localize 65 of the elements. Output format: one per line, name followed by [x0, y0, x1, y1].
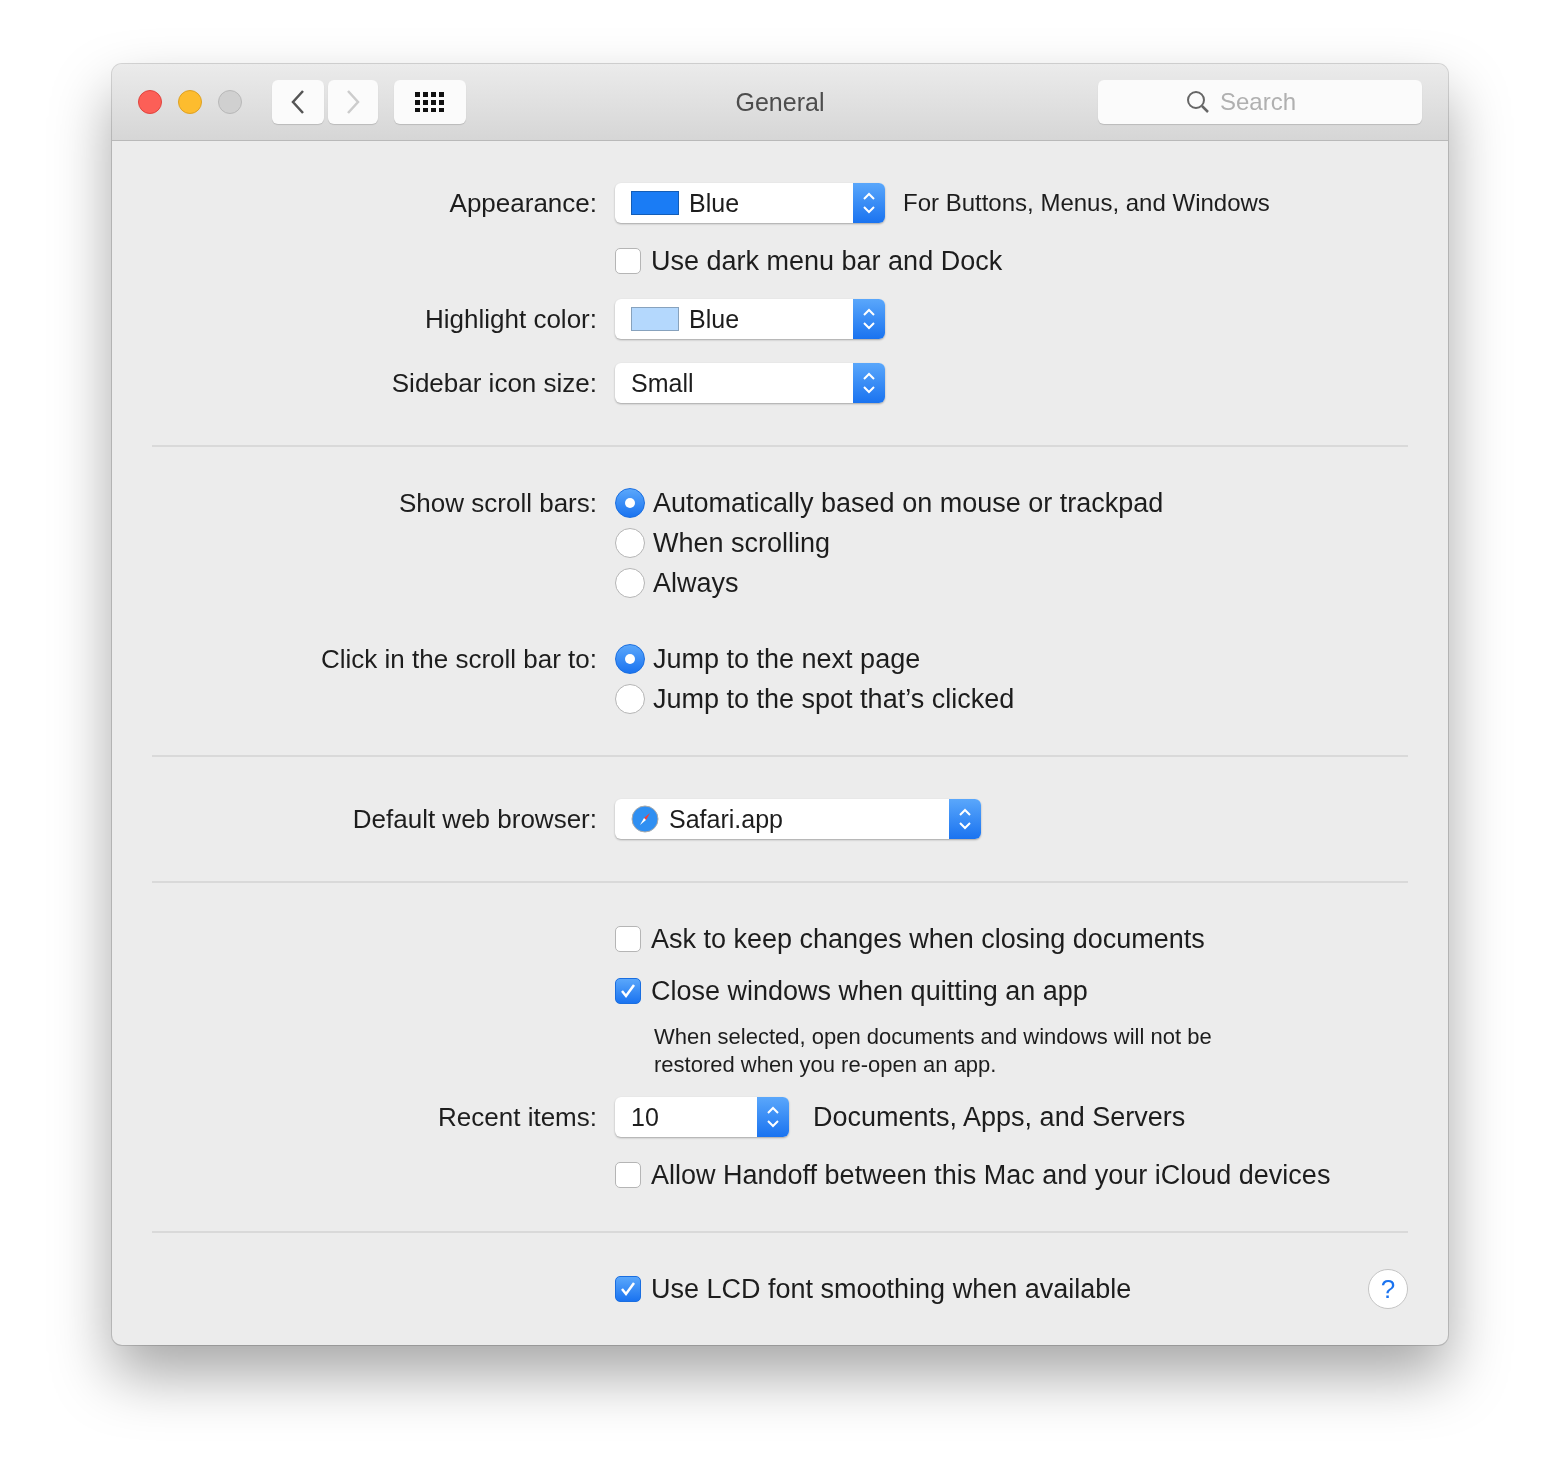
radio-button[interactable] [615, 488, 645, 518]
checkbox-label: Ask to keep changes when closing documents [651, 923, 1205, 955]
popup-button[interactable]: 10 [615, 1097, 789, 1137]
checkbox-label: Use LCD font smoothing when available [651, 1273, 1132, 1305]
popup-caption: Documents, Apps, and Servers [813, 1101, 1186, 1133]
field-label: Click in the scroll bar to: [320, 643, 598, 676]
search-field[interactable]: Search [1098, 80, 1422, 124]
chevron-right-icon [346, 89, 360, 115]
radio-button[interactable] [615, 684, 645, 714]
field-label: Recent items: [437, 1101, 598, 1133]
radio-option[interactable]: Always [615, 563, 1164, 603]
popup-button[interactable]: Blue [615, 299, 885, 339]
show-all-button[interactable] [394, 80, 466, 124]
checkbox-box[interactable] [615, 978, 641, 1004]
window-title: General [735, 87, 825, 116]
checkbox-box[interactable] [615, 248, 641, 274]
radio-button[interactable] [615, 528, 645, 558]
stepper-arrows-icon [862, 370, 876, 396]
stepper-arrows-icon [766, 1104, 780, 1130]
stepper-arrows-icon [862, 190, 876, 216]
radio-option[interactable]: When scrolling [615, 523, 1164, 563]
field-label: Default web browser: [351, 803, 598, 835]
checkbox-label: Allow Handoff between this Mac and your iCloud devices [651, 1159, 1331, 1191]
radio-label: Automatically based on mouse or trackpad [653, 487, 1164, 519]
field-label: Show scroll bars: [398, 487, 598, 520]
radio-label: When scrolling [653, 527, 831, 559]
radio-label: Jump to the next page [653, 643, 921, 675]
radio-option[interactable]: Automatically based on mouse or trackpad [615, 483, 1164, 523]
popup-button[interactable]: Blue [615, 183, 885, 223]
close-button[interactable] [138, 90, 162, 114]
checkbox[interactable]: Use LCD font smoothing when available [615, 1269, 1132, 1309]
zoom-button[interactable] [218, 90, 242, 114]
checkbox[interactable]: Allow Handoff between this Mac and your iCloud devices [615, 1155, 1331, 1195]
checkbox-label: Use dark menu bar and Dock [651, 245, 1003, 277]
radio-button[interactable] [615, 568, 645, 598]
help-button[interactable]: ? [1368, 1269, 1408, 1309]
checkbox[interactable]: Use dark menu bar and Dock [615, 241, 1003, 281]
popup-caption: For Buttons, Menus, and Windows [903, 189, 1270, 217]
popup-button[interactable]: Safari.app [615, 799, 981, 839]
radio-label: Always [653, 567, 739, 599]
checkbox-box[interactable] [615, 926, 641, 952]
field-label: Highlight color: [424, 303, 598, 335]
popup-button[interactable]: Small [615, 363, 885, 403]
field-label: Appearance: [448, 187, 598, 219]
checkbox[interactable]: Ask to keep changes when closing documents [615, 919, 1205, 959]
minimize-button[interactable] [178, 90, 202, 114]
field-label: Sidebar icon size: [390, 367, 598, 399]
checkmark-icon [619, 982, 637, 1000]
back-button[interactable] [272, 80, 324, 124]
checkbox-box[interactable] [615, 1276, 641, 1302]
checkbox-box[interactable] [615, 1162, 641, 1188]
checkbox-label: Close windows when quitting an app [651, 975, 1088, 1007]
checkbox[interactable]: Close windows when quitting an app [615, 971, 1088, 1011]
stepper-arrows-icon [958, 806, 972, 832]
radio-option[interactable]: Jump to the next page [615, 639, 1015, 679]
radio-button[interactable] [615, 644, 645, 674]
compass-icon [631, 805, 659, 833]
stepper-arrows-icon [862, 306, 876, 332]
radio-label: Jump to the spot that’s clicked [653, 683, 1015, 715]
checkmark-icon [619, 1280, 637, 1298]
search-icon [1186, 90, 1210, 114]
chevron-left-icon [291, 89, 305, 115]
radio-option[interactable]: Jump to the spot that’s clicked [615, 679, 1015, 719]
help-text: When selected, open documents and windows will not be restored when you re-open an app. [654, 1023, 1213, 1079]
grid-icon [415, 92, 445, 112]
